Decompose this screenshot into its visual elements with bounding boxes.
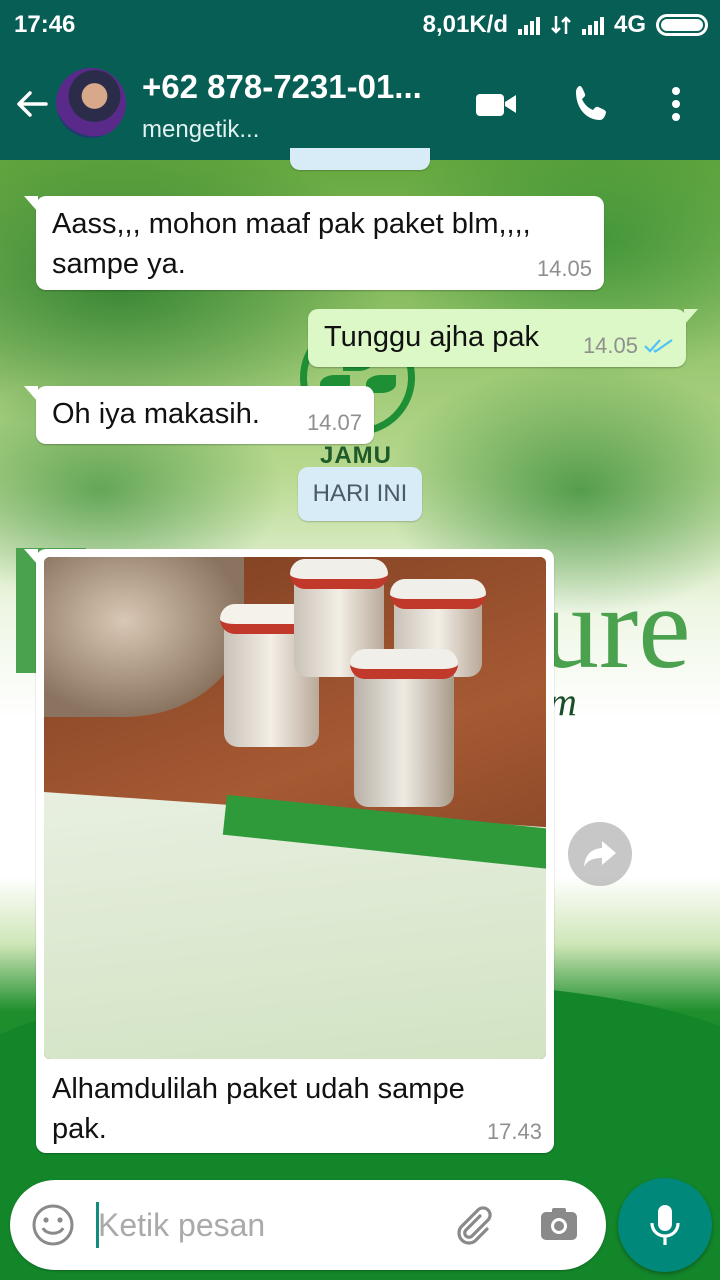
data-transfer-icon	[551, 16, 571, 34]
message-text: sampe ya.	[52, 248, 186, 280]
message-composer	[10, 1180, 606, 1270]
camera-icon[interactable]	[538, 1204, 580, 1246]
caption-text: Alhamdulilah paket udah sampe	[52, 1073, 465, 1105]
status-bar: 17:46 8,01K/d 4G	[0, 0, 720, 48]
status-time: 17:46	[14, 11, 76, 38]
bubble-tail	[24, 549, 38, 565]
previous-date-chip	[290, 148, 430, 170]
bubble-tail	[24, 386, 38, 402]
status-right: 8,01K/d 4G	[423, 11, 708, 39]
photo-jar-lid	[290, 559, 388, 589]
bubble-tail	[684, 309, 698, 325]
typing-status: mengetik...	[142, 116, 260, 143]
date-divider: HARI INI	[298, 467, 422, 521]
network-type: 4G	[613, 11, 646, 38]
mic-icon	[650, 1205, 680, 1245]
message-time: 14.07	[307, 410, 362, 436]
photo-jar	[350, 649, 458, 807]
message-bubble-incoming[interactable]: Aass,,, mohon maaf pak paket blm,,,, sam…	[24, 196, 604, 290]
back-arrow-icon[interactable]	[12, 84, 52, 124]
message-time: 14.05	[537, 256, 592, 282]
wallpaper-brand-text: ure	[540, 562, 691, 693]
signal-icon	[581, 15, 604, 35]
time-label: 14.07	[306, 410, 362, 435]
mic-button[interactable]	[618, 1178, 712, 1272]
avatar[interactable]	[56, 68, 126, 138]
time-label: 14.05	[536, 256, 592, 281]
battery-icon	[656, 14, 708, 36]
message-input[interactable]	[98, 1202, 428, 1248]
message-time: 17.43	[487, 1119, 542, 1145]
time-label: 14.05	[582, 333, 638, 358]
photo-jar-lid	[390, 579, 486, 609]
message-text: Aass,,, mohon maaf pak paket blm,,,,	[52, 208, 531, 240]
forward-icon	[584, 841, 616, 867]
chat-header: +62 878-7231-01... mengetik...	[0, 48, 720, 160]
image-message-bubble[interactable]: Alhamdulilah paket udah sampe pak. 17.43	[24, 549, 554, 1153]
network-speed: 8,01K/d	[422, 11, 508, 38]
message-photo[interactable]	[44, 557, 546, 1059]
forward-button[interactable]	[568, 822, 632, 886]
video-call-icon[interactable]	[474, 82, 518, 126]
message-meta: 14.05	[583, 333, 674, 359]
emoji-icon[interactable]	[30, 1202, 76, 1248]
wallpaper-logo-word: JAMU	[320, 442, 393, 469]
contact-name[interactable]: +62 878-7231-01...	[142, 68, 452, 106]
bubble-tail	[24, 196, 38, 212]
phone-call-icon[interactable]	[570, 82, 614, 126]
caption-text: pak.	[52, 1113, 107, 1145]
message-bubble-incoming[interactable]: Oh iya makasih. 14.07	[24, 386, 374, 444]
attach-icon[interactable]	[450, 1202, 496, 1248]
message-bubble-outgoing[interactable]: Tunggu ajha pak 14.05	[308, 309, 698, 367]
time-label: 17.43	[486, 1119, 542, 1144]
image-caption: Alhamdulilah paket udah sampe pak.	[52, 1069, 532, 1149]
read-receipt-icon	[644, 339, 673, 353]
photo-jar-lid	[350, 649, 458, 679]
signal-icon	[517, 15, 540, 35]
more-vert-icon[interactable]	[654, 82, 698, 126]
